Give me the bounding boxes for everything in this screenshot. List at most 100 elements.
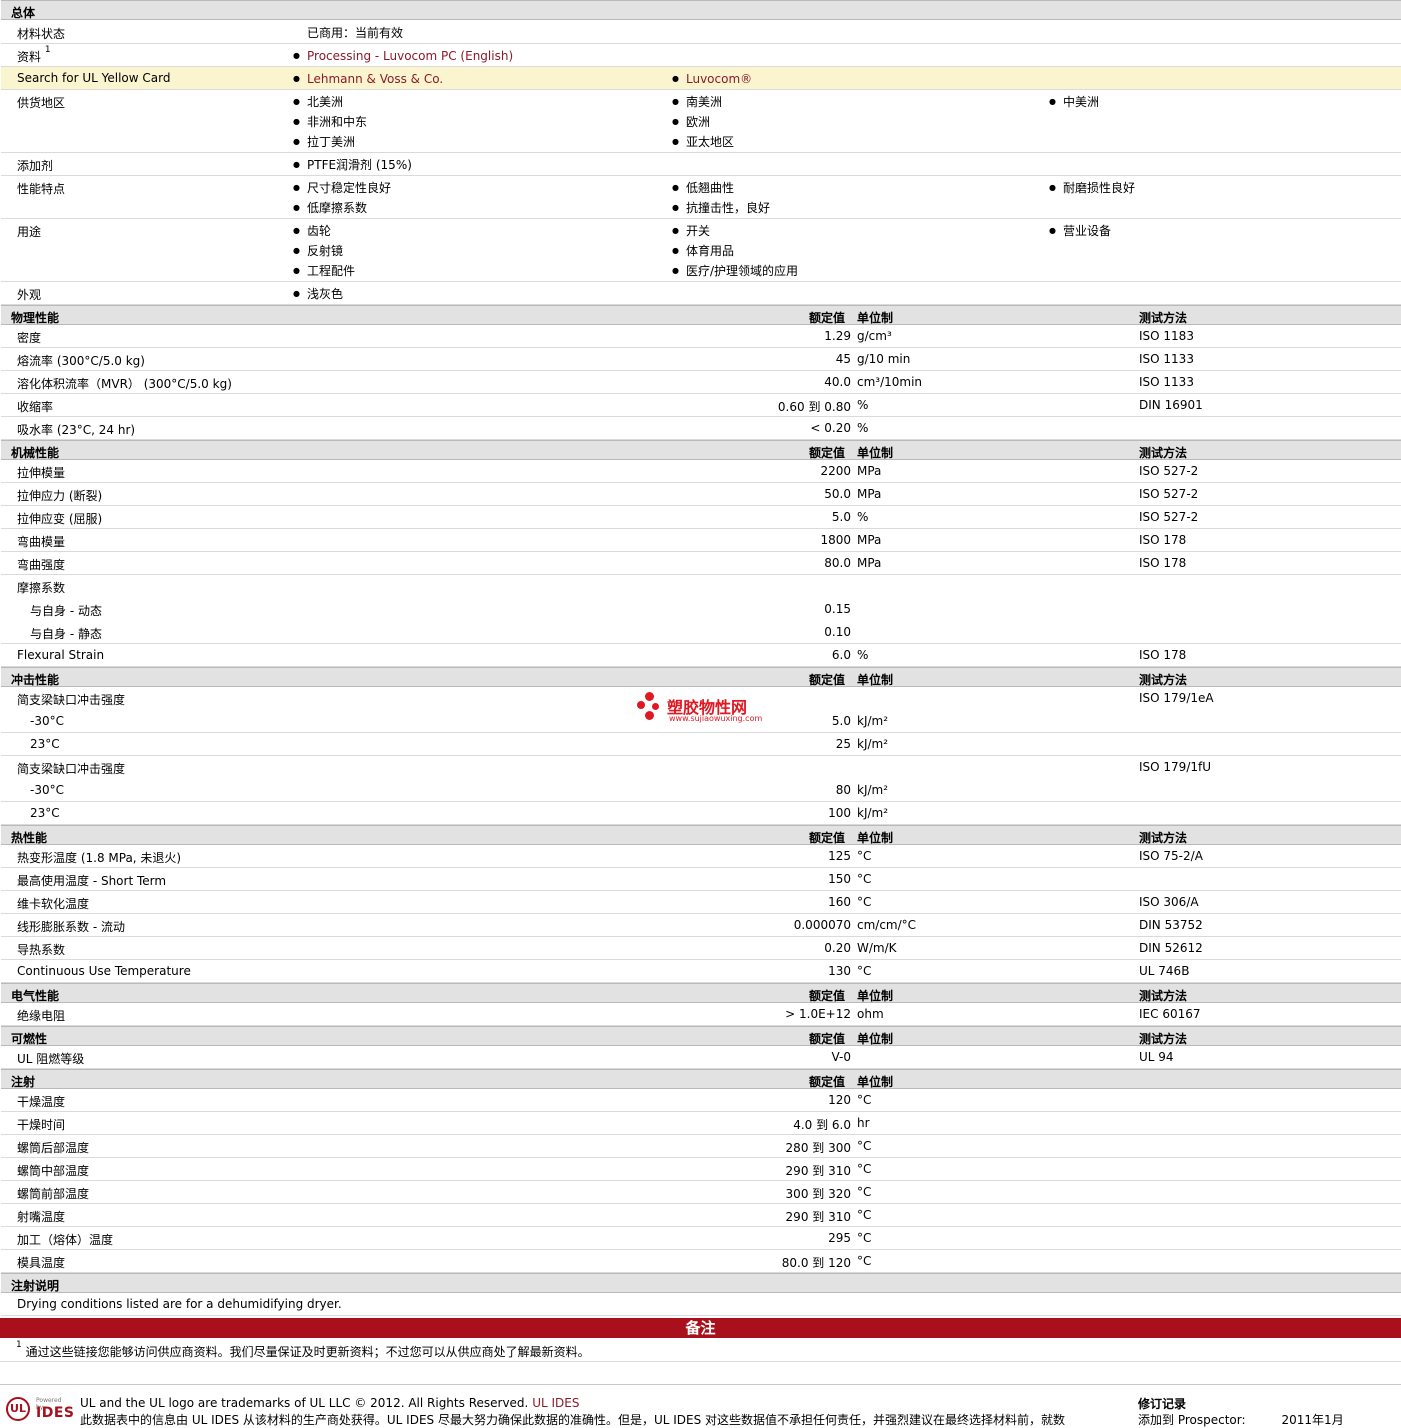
property-row: 干燥温度 120 °C [1, 1089, 1401, 1112]
property-label: 与自身 - 静态 [30, 627, 102, 641]
property-label: 加工（熔体）温度 [17, 1233, 114, 1247]
section-title: 热性能 [11, 831, 48, 845]
value-column: 耐磨损性良好 [1049, 180, 1135, 200]
unit-value: MPa [857, 464, 882, 478]
property-row: 简支梁缺口冲击强度 ISO 179/1fU [1, 756, 1401, 779]
property-label: 螺筒中部温度 [17, 1164, 90, 1178]
property-row: 弯曲模量 1800 MPa ISO 178 [1, 529, 1401, 552]
watermark: 塑胶物性网 www.sujiaowuxing.com [637, 692, 777, 726]
property-row: 熔流率 (300°C/5.0 kg) 45 g/10 min ISO 1133 [1, 348, 1401, 371]
footnote-text: 通过这些链接您能够访问供应商资料。我们尽量保证及时更新资料；不过您可以从供应商处… [25, 1345, 590, 1359]
section-title: 冲击性能 [11, 673, 60, 687]
row-label: 性能特点 [17, 180, 65, 197]
list-item: 开关 [672, 223, 798, 243]
nominal-value: 40.0 [824, 375, 851, 389]
property-row: 收缩率 0.60 到 0.80% DIN 16901 [1, 394, 1401, 417]
nominal-value: 150 [828, 872, 851, 886]
nominal-value: 125 [828, 849, 851, 863]
supplier-link[interactable]: Processing - Luvocom PC (English) [293, 48, 513, 68]
test-method: ISO 178 [1139, 533, 1187, 547]
section-header: 注射说明 [1, 1273, 1401, 1293]
header-nominal: 额定值 [809, 673, 846, 687]
revision-added-label: 添加到 Prospector: [1138, 1413, 1246, 1427]
nominal-value: 50.0 [824, 487, 851, 501]
section-title: 物理性能 [11, 311, 60, 325]
property-label: 维卡软化温度 [17, 897, 90, 911]
ul-ides-logo[interactable]: UL Powered by IDES [6, 1397, 74, 1423]
property-row: 拉伸应变 (屈服) 5.0% ISO 527-2 [1, 506, 1401, 529]
property-label: 绝缘电阻 [17, 1009, 66, 1023]
property-label: 拉伸应变 (屈服) [17, 512, 103, 526]
row-label-text: 性能特点 [17, 182, 66, 196]
property-row: 维卡软化温度 160 °C ISO 306/A [1, 891, 1401, 914]
property-row: -30°C 80 kJ/m² [1, 779, 1401, 802]
supplier-link[interactable]: Lehmann & Voss & Co. [293, 71, 443, 91]
unit-value: °C [857, 895, 872, 909]
test-method: ISO 1133 [1139, 352, 1194, 366]
notes-header: 备注 [0, 1318, 1401, 1338]
list-item: 抗撞击性，良好 [672, 200, 770, 220]
nominal-value: 1800 [820, 533, 851, 547]
unit-value: °C [857, 1139, 872, 1153]
row-label: Search for UL Yellow Card [17, 71, 170, 85]
property-row: 与自身 - 动态 0.15 [1, 598, 1401, 621]
property-label: 弯曲模量 [17, 535, 66, 549]
header-method: 测试方法 [1139, 989, 1188, 1003]
value-column: 营业设备 [1049, 223, 1111, 243]
property-label: 线形膨胀系数 - 流动 [17, 920, 125, 934]
row-label-text: 供货地区 [17, 96, 66, 110]
row-label: 用途 [17, 223, 41, 240]
revision-date: 2011年1月 [1281, 1413, 1344, 1427]
list-item: 拉丁美洲 [293, 134, 367, 154]
test-method: ISO 1133 [1139, 375, 1194, 389]
nominal-value: 290 到 310 [785, 1210, 851, 1224]
section-title: 总体 [11, 6, 36, 20]
property-label: 溶化体积流率（MVR） (300°C/5.0 kg) [17, 377, 232, 391]
unit-value: % [857, 398, 869, 412]
unit-value: °C [857, 1231, 872, 1245]
unit-value: kJ/m² [857, 737, 889, 751]
nominal-value: 5.0 [831, 510, 851, 524]
nominal-value: V-0 [831, 1050, 851, 1064]
supplier-link[interactable]: Luvocom® [672, 71, 752, 91]
row-label: 资料 1 [17, 45, 51, 65]
ul-logo-icon: UL [6, 1397, 30, 1421]
test-method: UL 746B [1139, 964, 1190, 978]
unit-value: MPa [857, 487, 882, 501]
test-method: ISO 1183 [1139, 329, 1194, 343]
nominal-value: 280 到 300 [785, 1141, 851, 1155]
unit-value: °C [857, 849, 872, 863]
property-label: 与自身 - 动态 [30, 604, 102, 618]
general-row: Search for UL Yellow Card Lehmann & Voss … [1, 67, 1401, 90]
nominal-value: 295 [828, 1231, 851, 1245]
unit-value: ohm [857, 1007, 884, 1021]
nominal-value: 80.0 [824, 556, 851, 570]
list-item: 反射镜 [293, 243, 355, 263]
unit-value: °C [857, 1254, 872, 1268]
test-method: ISO 178 [1139, 556, 1187, 570]
test-method: ISO 527-2 [1139, 487, 1199, 501]
unit-value: cm³/10min [857, 375, 923, 389]
list-item: 北美洲 [293, 94, 367, 114]
disclaimer-text: 此数据表中的信息由 UL IDES 从该材料的生产商处获得。UL IDES 尽最… [80, 1413, 1066, 1427]
row-label: 供货地区 [17, 94, 65, 111]
footnote-number: 1 [16, 1340, 22, 1350]
nominal-value: > 1.0E+12 [785, 1007, 851, 1021]
property-row: Drying conditions listed are for a dehum… [1, 1293, 1401, 1316]
row-label-text: 资料 [17, 50, 42, 64]
section-title: 电气性能 [11, 989, 60, 1003]
property-label: 螺筒后部温度 [17, 1141, 90, 1155]
general-row: 材料状态 已商用：当前有效 [1, 21, 1401, 44]
unit-value: °C [857, 1162, 872, 1176]
property-row: Flexural Strain 6.0% ISO 178 [1, 644, 1401, 667]
property-label: Flexural Strain [17, 648, 105, 662]
value-column: 浅灰色 [293, 286, 343, 306]
nominal-value: 6.0 [831, 648, 851, 662]
property-row: 干燥时间 4.0 到 6.0 hr [1, 1112, 1401, 1135]
property-label: 摩擦系数 [17, 581, 66, 595]
value-column: PTFE润滑剂 (15%) [293, 157, 412, 177]
header-nominal: 额定值 [809, 989, 846, 1003]
ul-ides-link[interactable]: UL IDES [532, 1396, 579, 1410]
test-method: ISO 179/1fU [1139, 760, 1212, 774]
nominal-value: 0.20 [824, 941, 851, 955]
